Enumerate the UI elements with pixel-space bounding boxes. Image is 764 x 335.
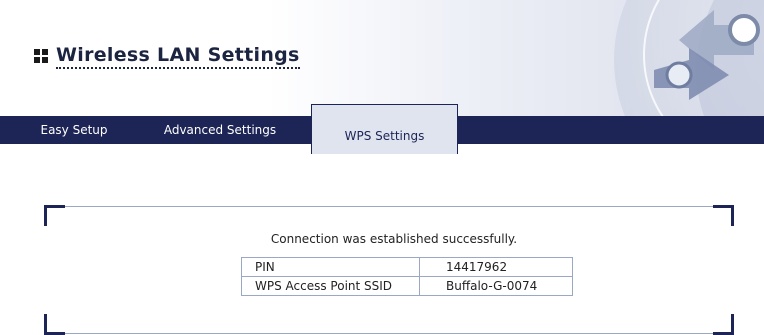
- ssid-value: Buffalo-G-0074: [419, 276, 573, 296]
- tab-wps-settings[interactable]: WPS Settings: [311, 104, 458, 154]
- panel-corner-top-right: [713, 205, 734, 226]
- pin-value: 14417962: [419, 257, 573, 277]
- panel-bottom-border: [45, 333, 731, 334]
- panel-corner-top-left: [44, 205, 65, 226]
- ssid-label: WPS Access Point SSID: [241, 276, 420, 296]
- globe-arrows-icon: [614, 0, 764, 116]
- pin-label: PIN: [241, 257, 420, 277]
- panel-corner-bottom-right: [713, 314, 734, 335]
- panel-corner-bottom-left: [44, 314, 65, 335]
- header-banner: Wireless LAN Settings: [0, 0, 764, 116]
- panel-top-border: [45, 206, 731, 207]
- table-row: PIN 14417962: [241, 257, 573, 277]
- tab-easy-setup[interactable]: Easy Setup: [31, 116, 117, 144]
- status-message: Connection was established successfully.: [270, 232, 518, 246]
- table-row: WPS Access Point SSID Buffalo-G-0074: [241, 276, 573, 296]
- page-title: Wireless LAN Settings: [56, 44, 300, 69]
- grid-icon: [34, 49, 48, 63]
- page-title-area: Wireless LAN Settings: [34, 44, 300, 69]
- tab-advanced-settings[interactable]: Advanced Settings: [160, 116, 280, 144]
- wps-info-table: PIN 14417962 WPS Access Point SSID Buffa…: [241, 257, 573, 296]
